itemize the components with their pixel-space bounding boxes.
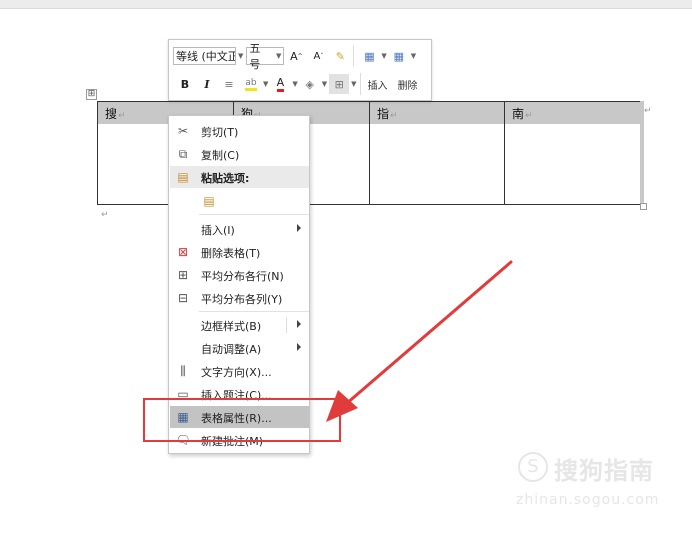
chevron-down-icon[interactable]: ▼ <box>381 52 386 60</box>
menu-item-border-styles[interactable]: 边框样式(B) <box>170 314 309 336</box>
table-cell[interactable]: 指↵ <box>377 105 398 122</box>
table-cell[interactable]: 搜↵ <box>105 105 126 122</box>
menu-item-distribute-columns[interactable]: ⊟ 平均分布各列(Y) <box>170 287 309 309</box>
align-center-button[interactable]: ≡ <box>219 74 239 94</box>
chevron-down-icon[interactable]: ▼ <box>263 80 268 88</box>
watermark-name: 搜狗指南 <box>554 457 654 485</box>
highlight-button[interactable]: ab <box>241 74 261 94</box>
scissors-icon: ✂ <box>177 124 189 138</box>
paste-keep-text-button[interactable]: ▤ <box>170 190 309 212</box>
grow-font-button[interactable]: A ^ <box>286 46 306 66</box>
table-grid-icon: ⊞ <box>334 77 344 91</box>
borders-icon: ▦ <box>364 49 375 63</box>
bold-button[interactable]: B <box>175 74 195 94</box>
chevron-down-icon[interactable]: ▼ <box>292 80 297 88</box>
chevron-down-icon[interactable]: ▼ <box>322 80 327 88</box>
submenu-arrow-icon <box>297 224 301 232</box>
italic-button[interactable]: I <box>197 74 217 94</box>
font-color-icon: A <box>276 76 285 92</box>
watermark: S 搜狗指南 zhinan.sogou.com <box>516 448 676 518</box>
distribute-rows-icon: ⊞ <box>177 268 189 282</box>
text-direction-icon: ⫼ <box>180 363 186 378</box>
highlighter-icon: ab <box>245 78 257 91</box>
font-size-select[interactable]: 五号 ▼ <box>246 42 285 71</box>
submenu-arrow-icon <box>297 343 301 351</box>
watermark-url: zhinan.sogou.com <box>516 492 660 508</box>
format-painter-button[interactable]: ✎ <box>330 46 350 66</box>
menu-item-insert[interactable]: 插入(I) <box>170 218 309 240</box>
align-center-icon: ≡ <box>224 77 234 91</box>
chevron-down-icon[interactable]: ▼ <box>351 80 356 88</box>
shrink-font-button[interactable]: Aˇ <box>308 46 328 66</box>
menu-item-text-direction[interactable]: ⫼ 文字方向(X)... <box>170 360 309 382</box>
chevron-down-icon[interactable]: ▼ <box>411 52 416 60</box>
distribute-columns-icon: ⊟ <box>177 291 189 305</box>
table-styles-button[interactable]: ⊞ <box>329 74 350 94</box>
delete-table-icon: ⊠ <box>177 245 189 259</box>
copy-icon: ⧉ <box>178 146 188 161</box>
borders-button[interactable]: ▦ <box>359 46 379 66</box>
menu-item-copy[interactable]: ⧉ 复制(C) <box>170 143 309 165</box>
font-name-select[interactable]: 等线 (中文正 <box>173 47 236 65</box>
table-resize-handle[interactable] <box>640 203 647 210</box>
chevron-down-icon[interactable]: ▼ <box>276 52 281 60</box>
mini-toolbar: 等线 (中文正 ▼ 五号 ▼ A ^ Aˇ ✎ ▦ ▼ ▦ ▼ B I ≡ ab ▼… <box>168 39 432 101</box>
highlight-annotation-box <box>143 398 341 442</box>
paste-icon: ▤ <box>177 170 189 184</box>
selection-bar <box>640 101 644 205</box>
paint-bucket-icon: ◈ <box>305 77 315 91</box>
ribbon-edge <box>0 0 692 9</box>
paintbrush-icon: ✎ <box>335 49 345 63</box>
chevron-down-icon[interactable]: ▼ <box>238 52 243 60</box>
paste-clipboard-icon: ▤ <box>203 194 215 208</box>
menu-item-delete-table[interactable]: ⊠ 删除表格(T) <box>170 241 309 263</box>
delete-cells-icon: ▦ <box>393 49 404 63</box>
column-divider[interactable] <box>369 102 370 204</box>
font-color-button[interactable]: A <box>270 74 290 94</box>
sogou-logo-icon: S <box>518 452 548 482</box>
menu-item-cut[interactable]: ✂ 剪切(T) <box>170 120 309 142</box>
paragraph-mark: ↵ <box>101 210 109 220</box>
table-move-handle[interactable]: ⊞ <box>86 89 97 100</box>
table-cell[interactable]: 南↵ <box>512 105 533 122</box>
menu-section-paste-options: ▤ 粘贴选项: <box>170 166 309 188</box>
submenu-arrow-icon <box>297 320 301 328</box>
row-end-mark: ↵ <box>644 106 652 116</box>
insert-button[interactable]: 插入 <box>368 77 388 92</box>
delete-button[interactable]: 删除 <box>398 77 418 92</box>
delete-cells-button[interactable]: ▦ <box>389 46 409 66</box>
shading-button[interactable]: ◈ <box>300 74 320 94</box>
menu-item-distribute-rows[interactable]: ⊞ 平均分布各行(N) <box>170 264 309 286</box>
menu-item-autofit[interactable]: 自动调整(A) <box>170 337 309 359</box>
column-divider[interactable] <box>504 102 505 204</box>
